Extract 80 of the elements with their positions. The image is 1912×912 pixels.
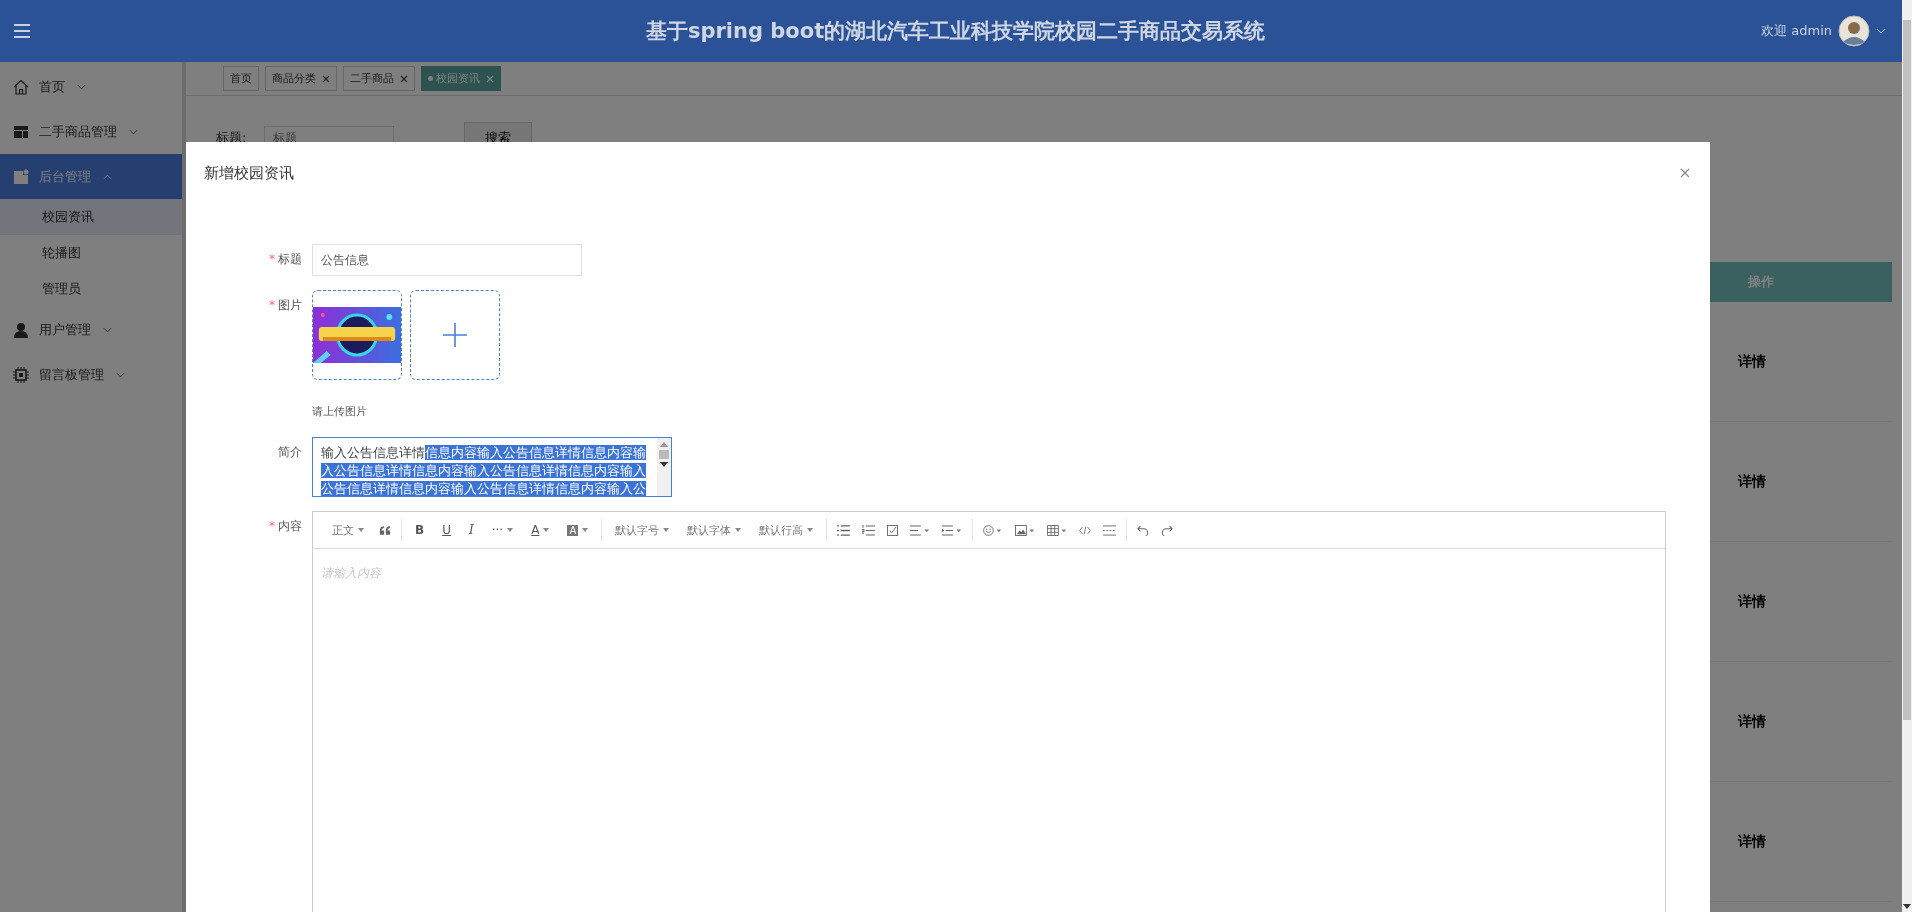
close-icon[interactable]: [322, 74, 330, 83]
caret-icon: [582, 528, 589, 532]
scrollbar[interactable]: [1902, 0, 1912, 912]
tab[interactable]: 商品分类: [265, 66, 337, 91]
indent-icon[interactable]: [942, 524, 963, 536]
home-icon: [13, 78, 29, 95]
close-icon[interactable]: [1680, 168, 1690, 178]
field-label: 图片: [278, 298, 302, 312]
upload-hint: 请上传图片: [312, 404, 368, 419]
required-mark: *: [269, 252, 275, 266]
close-icon[interactable]: [400, 74, 408, 83]
scroll-thumb[interactable]: [1903, 20, 1911, 720]
details-link[interactable]: 详情: [1738, 832, 1766, 851]
quote-icon[interactable]: [379, 525, 391, 535]
document-icon: [13, 168, 29, 185]
layout-icon: [13, 123, 29, 140]
menu-icon[interactable]: [14, 24, 30, 38]
scrollbar[interactable]: [657, 438, 671, 496]
sidebar-item[interactable]: 后台管理: [0, 154, 182, 199]
caret-icon: [735, 528, 742, 532]
summary-text-area[interactable]: 输入公告信息详情信息内容输入公告信息详情信息内容输入公告信息详情信息内容输入公告信息详情信息内容输入公告信息详情信息内容输入公告信息详情信息内容输入公: [312, 437, 672, 497]
chip-icon: [13, 366, 29, 383]
more-button[interactable]: ···: [488, 523, 517, 537]
caret-icon: [663, 528, 670, 532]
sidebar-subitem[interactable]: 轮播图: [0, 235, 182, 271]
required-mark: *: [269, 519, 275, 533]
sidebar-item[interactable]: 首页: [0, 64, 182, 109]
font-family-select[interactable]: 默认字体: [684, 522, 745, 538]
upload-button[interactable]: [410, 290, 500, 380]
checkbox-icon[interactable]: [887, 524, 899, 536]
redo-icon[interactable]: [1161, 524, 1174, 536]
caret-icon: [543, 528, 550, 532]
caret-icon: [358, 528, 364, 532]
details-link[interactable]: 详情: [1738, 592, 1766, 611]
column-header: 操作: [1712, 262, 1892, 302]
underline-button[interactable]: U: [439, 523, 454, 537]
required-mark: *: [269, 298, 275, 312]
background-color-button[interactable]: A: [564, 524, 592, 536]
italic-button[interactable]: I: [465, 523, 477, 537]
scroll-thumb[interactable]: [659, 450, 669, 459]
arrow-down-icon[interactable]: [660, 462, 668, 467]
caret-icon: [807, 528, 814, 532]
font-size-select[interactable]: 默认字号: [612, 522, 673, 538]
field-label: 标题: [278, 252, 302, 266]
image-icon[interactable]: [1015, 524, 1036, 536]
app-title: 基于spring boot的湖北汽车工业科技学院校园二手商品交易系统: [644, 18, 1267, 45]
line-height-select[interactable]: 默认行高: [756, 522, 817, 538]
details-link[interactable]: 详情: [1738, 712, 1766, 731]
numbered-list-icon[interactable]: [862, 524, 876, 536]
title-input-field[interactable]: 公告信息: [312, 244, 582, 276]
bullet-list-icon[interactable]: [837, 524, 851, 536]
arrow-up-icon[interactable]: [660, 442, 668, 447]
field-label: 简介: [278, 445, 302, 459]
sidebar-item[interactable]: 用户管理: [0, 307, 182, 352]
paragraph-select[interactable]: 正文: [329, 522, 367, 538]
caret-icon: [507, 528, 514, 532]
details-link[interactable]: 详情: [1738, 472, 1766, 491]
avatar-icon[interactable]: [1838, 15, 1870, 47]
dialog-title: 新增校园资讯: [204, 163, 294, 183]
arrow-down-icon[interactable]: [1903, 904, 1911, 909]
details-link[interactable]: 详情: [1738, 352, 1766, 371]
sidebar-item[interactable]: 二手商品管理: [0, 109, 182, 154]
sidebar-item[interactable]: 留言板管理: [0, 352, 182, 397]
user-icon: [13, 321, 29, 338]
code-icon[interactable]: [1079, 525, 1092, 535]
sidebar-subitem[interactable]: 管理员: [0, 271, 182, 307]
tab[interactable]: 首页: [223, 66, 259, 91]
divider-icon[interactable]: [1103, 524, 1117, 536]
chevron-down-icon[interactable]: [1876, 28, 1886, 34]
welcome-text: 欢迎 admin: [1761, 22, 1832, 40]
field-label: 内容: [278, 519, 302, 533]
uploaded-image-tile[interactable]: [312, 290, 402, 380]
font-color-button[interactable]: A: [528, 523, 553, 537]
sidebar-subitem[interactable]: 校园资讯: [0, 199, 182, 235]
tab[interactable]: 二手商品: [343, 66, 415, 91]
undo-icon[interactable]: [1137, 524, 1150, 536]
bold-button[interactable]: B: [412, 523, 428, 537]
plus-icon: [443, 323, 467, 347]
align-icon[interactable]: [910, 524, 931, 536]
table-icon[interactable]: [1047, 524, 1068, 536]
